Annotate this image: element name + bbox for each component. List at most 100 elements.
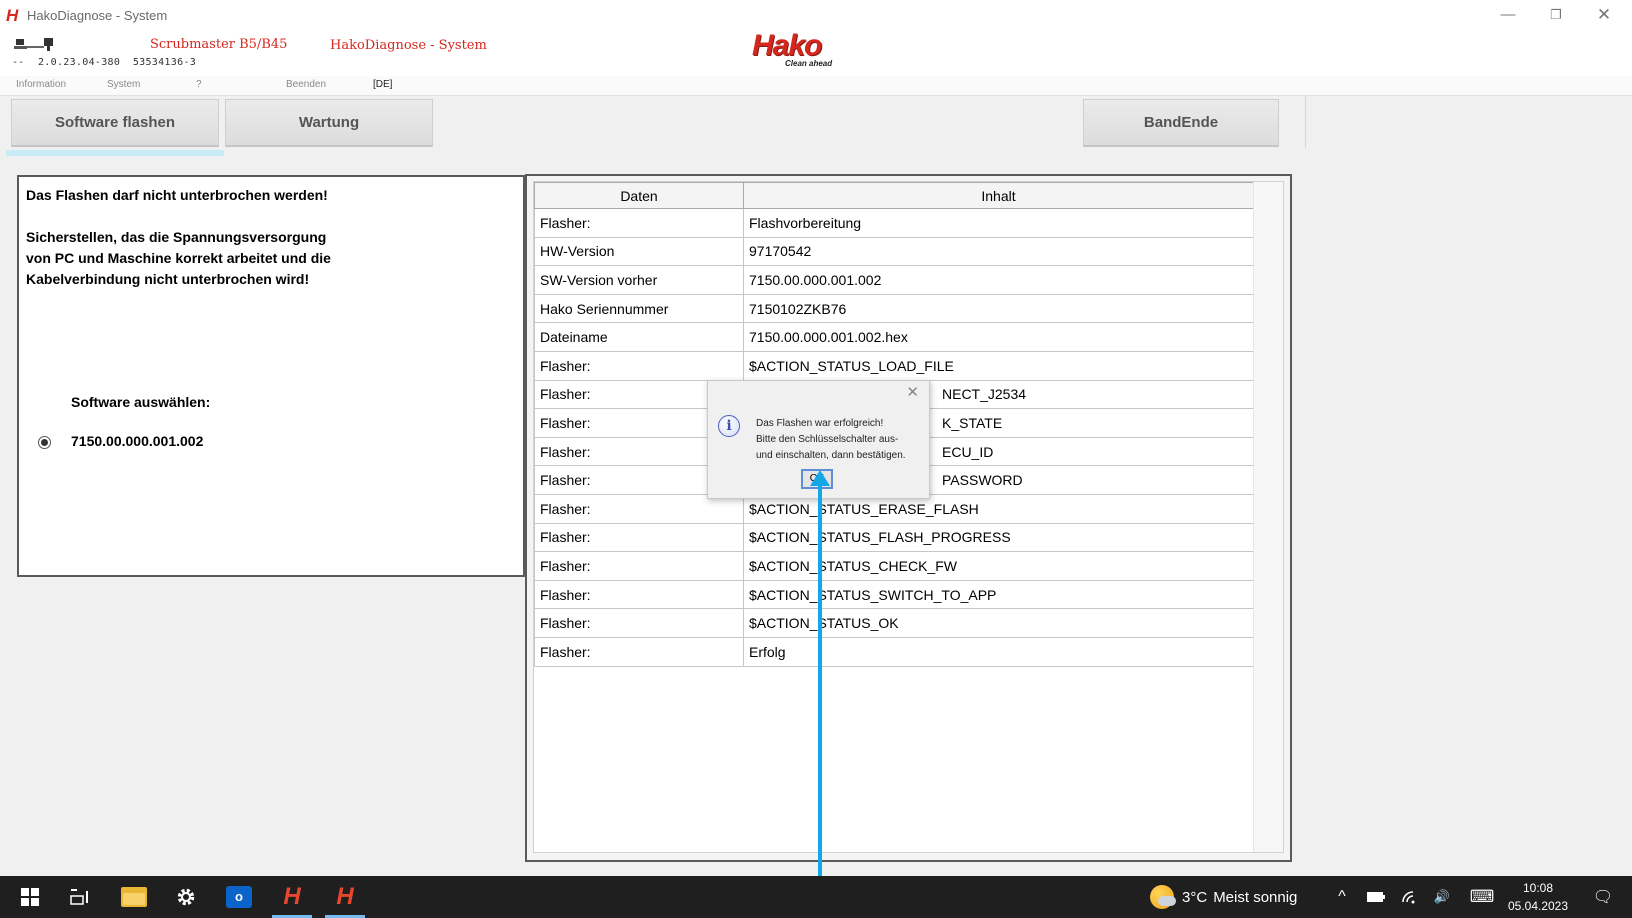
- notification-icon[interactable]: 🗨: [1584, 876, 1622, 918]
- windows-icon: [21, 888, 39, 906]
- weather-temperature: 3°C: [1182, 888, 1208, 906]
- gear-icon: [177, 888, 195, 906]
- menu-bar: Information System ? Beenden [DE]: [0, 76, 1632, 96]
- hako-taskbar-app-2[interactable]: H: [321, 876, 369, 918]
- table-row[interactable]: Flasher: Flashvorbereitung: [534, 208, 1254, 238]
- clock-date: 05.04.2023: [1507, 899, 1569, 913]
- hako-taskbar-app-1[interactable]: H: [268, 876, 316, 918]
- task-view-button[interactable]: [56, 876, 104, 918]
- cell-daten: Flasher:: [534, 551, 744, 581]
- table-header-row: Daten Inhalt: [534, 182, 1254, 209]
- connection-icon: [14, 38, 53, 51]
- menu-beenden[interactable]: Beenden: [286, 79, 326, 90]
- bandende-button[interactable]: BandEnde: [1083, 99, 1279, 147]
- cell-daten: Flasher:: [534, 608, 744, 638]
- cell-daten: Flasher:: [534, 522, 744, 553]
- software-option-label[interactable]: 7150.00.000.001.002: [71, 433, 203, 449]
- cell-inhalt: Flashvorbereitung: [743, 208, 1254, 238]
- volume-icon[interactable]: 🔊: [1428, 876, 1456, 918]
- info-icon: i: [718, 415, 740, 437]
- flash-log-table-container: Daten Inhalt Flasher: Flashvorbereitung H…: [533, 181, 1284, 853]
- dialog-close-icon[interactable]: ✕: [906, 383, 919, 401]
- brand-name: Hako: [752, 29, 822, 62]
- table-row[interactable]: Flasher: $ACTION_STATUS_FLASH_PROGRESS: [534, 522, 1254, 553]
- windows-taskbar: o H H 3°C Meist sonnig ^ 🔊 ⌨ 10:08 05.04…: [0, 876, 1632, 918]
- table-scrollbar[interactable]: [1253, 182, 1283, 852]
- close-button[interactable]: ✕: [1580, 0, 1628, 32]
- folder-icon: [121, 887, 147, 907]
- software-radio[interactable]: [38, 436, 51, 449]
- title-bar: H HakoDiagnose - System — ❐ ✕: [0, 0, 1632, 32]
- menu-system[interactable]: System: [107, 79, 140, 90]
- weather-widget[interactable]: 3°C Meist sonnig: [1150, 876, 1310, 918]
- cell-daten: Flasher:: [534, 636, 744, 667]
- flash-info-panel: Das Flashen darf nicht unterbrochen werd…: [17, 175, 525, 577]
- wifi-icon[interactable]: [1396, 876, 1424, 918]
- flash-log-panel: Daten Inhalt Flasher: Flashvorbereitung H…: [525, 174, 1292, 862]
- cell-daten: Flasher:: [534, 208, 744, 238]
- taskbar-clock[interactable]: 10:08 05.04.2023: [1493, 879, 1583, 915]
- version-info: 2.0.23.04-380 53534136-3: [38, 57, 196, 68]
- dialog-message: Das Flashen war erfolgreich! Bitte den S…: [756, 416, 931, 464]
- hakodiagnose-window: H HakoDiagnose - System — ❐ ✕ -- 2.0.23.…: [0, 0, 1632, 918]
- flash-instructions: Sicherstellen, das die Spannungsversorgu…: [26, 227, 386, 290]
- table-row[interactable]: Flasher: $ACTION_STATUS_CHECK_FW: [534, 551, 1254, 581]
- serial-number: 53534136-3: [132, 57, 197, 68]
- software-flashen-button[interactable]: Software flashen: [11, 99, 219, 147]
- instruction-line: von PC und Maschine korrekt arbeitet und…: [26, 250, 331, 266]
- window-title: HakoDiagnose - System: [27, 8, 168, 23]
- table-row[interactable]: Hako Seriennummer 7150102ZKB76: [534, 293, 1254, 324]
- maximize-button[interactable]: ❐: [1532, 0, 1580, 32]
- hako-app-icon: H: [336, 883, 354, 910]
- cell-inhalt: 97170542: [743, 236, 1254, 267]
- battery-icon[interactable]: [1362, 876, 1390, 918]
- table-row[interactable]: Flasher: Erfolg: [534, 636, 1254, 667]
- menu-language[interactable]: [DE]: [373, 79, 392, 90]
- table-row[interactable]: Dateiname 7150.00.000.001.002.hex: [534, 322, 1254, 352]
- header-app-title: HakoDiagnose - System: [330, 38, 487, 53]
- flash-warning: Das Flashen darf nicht unterbrochen werd…: [26, 187, 328, 203]
- wartung-button[interactable]: Wartung: [225, 99, 433, 147]
- weather-description: Meist sonnig: [1213, 888, 1298, 906]
- menu-information[interactable]: Information: [16, 79, 66, 90]
- hako-app-icon: H: [6, 6, 19, 25]
- cell-daten: Hako Seriennummer: [534, 293, 744, 324]
- cell-daten: Dateiname: [534, 322, 744, 352]
- menu-help[interactable]: ?: [196, 79, 202, 90]
- table-row[interactable]: Flasher: $ACTION_STATUS_OK: [534, 608, 1254, 638]
- cell-daten: HW-Version: [534, 236, 744, 267]
- dialog-message-line: und einschalten, dann bestätigen.: [756, 450, 906, 461]
- settings-button[interactable]: [162, 876, 210, 918]
- hako-logo: Hako Clean ahead: [752, 29, 844, 73]
- cell-daten: SW-Version vorher: [534, 265, 744, 295]
- table-row[interactable]: SW-Version vorher 7150.00.000.001.002: [534, 265, 1254, 295]
- app-header: -- 2.0.23.04-380 53534136-3 Scrubmaster …: [0, 29, 1632, 76]
- hako-app-icon: H: [283, 883, 301, 910]
- app-version: 2.0.23.04-380: [38, 57, 121, 68]
- clock-time: 10:08: [1522, 881, 1554, 895]
- minimize-button[interactable]: —: [1484, 0, 1532, 32]
- cell-daten: Flasher:: [534, 579, 744, 610]
- start-button[interactable]: [6, 876, 54, 918]
- dialog-message-line: Bitte den Schlüsselschalter aus-: [756, 434, 899, 445]
- tray-chevron-icon[interactable]: ^: [1328, 876, 1356, 918]
- task-view-icon: [70, 889, 88, 905]
- active-tab-indicator: [6, 150, 224, 156]
- cell-daten: Flasher:: [534, 350, 744, 381]
- instruction-line: Sicherstellen, das die Spannungsversorgu…: [26, 229, 327, 245]
- weather-partly-sunny-icon: [1150, 885, 1176, 909]
- file-explorer-button[interactable]: [110, 876, 158, 918]
- cell-inhalt: $ACTION_STATUS_LOAD_FILE: [743, 350, 1254, 381]
- machine-name: Scrubmaster B5/B45: [150, 37, 288, 52]
- brand-slogan: Clean ahead: [785, 59, 833, 68]
- column-header-inhalt[interactable]: Inhalt: [743, 182, 1254, 209]
- table-row[interactable]: Flasher: $ACTION_STATUS_LOAD_FILE: [534, 350, 1254, 381]
- table-row[interactable]: Flasher: $ACTION_STATUS_SWITCH_TO_APP: [534, 579, 1254, 610]
- pointer-arrow-line: [818, 482, 822, 918]
- table-row[interactable]: HW-Version 97170542: [534, 236, 1254, 267]
- outlook-button[interactable]: o: [215, 876, 263, 918]
- outlook-icon: o: [226, 886, 252, 908]
- column-header-daten[interactable]: Daten: [534, 182, 744, 209]
- toolbar-divider: [1305, 96, 1306, 148]
- connection-status: --: [12, 57, 25, 68]
